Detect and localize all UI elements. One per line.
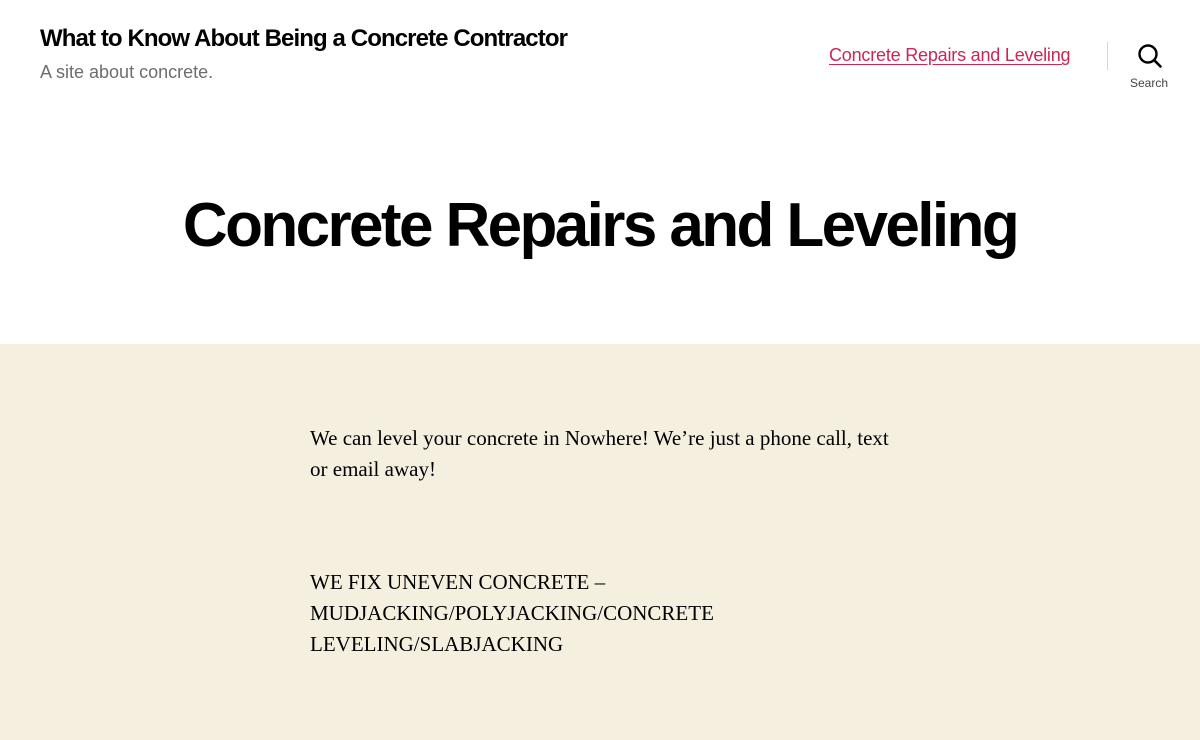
- nav-item-concrete-repairs[interactable]: Concrete Repairs and Leveling: [829, 45, 1071, 66]
- nav-divider: [1107, 42, 1108, 70]
- content-paragraph: WE FIX UNEVEN CONCRETE – MUDJACKING/POLY…: [310, 570, 714, 656]
- site-description: A site about concrete.: [40, 62, 214, 82]
- entry-content: We can level your concrete in Nowhere! W…: [0, 344, 1200, 740]
- content-paragraph: We can level your concrete in Nowhere! W…: [310, 426, 889, 481]
- entry-header: Concrete Repairs and Leveling: [0, 120, 1200, 344]
- search-label: Search: [1129, 76, 1169, 90]
- site-header: What to Know About Being a Concrete Cont…: [0, 0, 1200, 120]
- site-title-link[interactable]: What to Know About Being a Concrete Cont…: [40, 25, 568, 53]
- search-toggle-button[interactable]: Search: [1118, 40, 1180, 94]
- search-icon: [1138, 44, 1162, 68]
- page-title: Concrete Repairs and Leveling: [182, 191, 1020, 260]
